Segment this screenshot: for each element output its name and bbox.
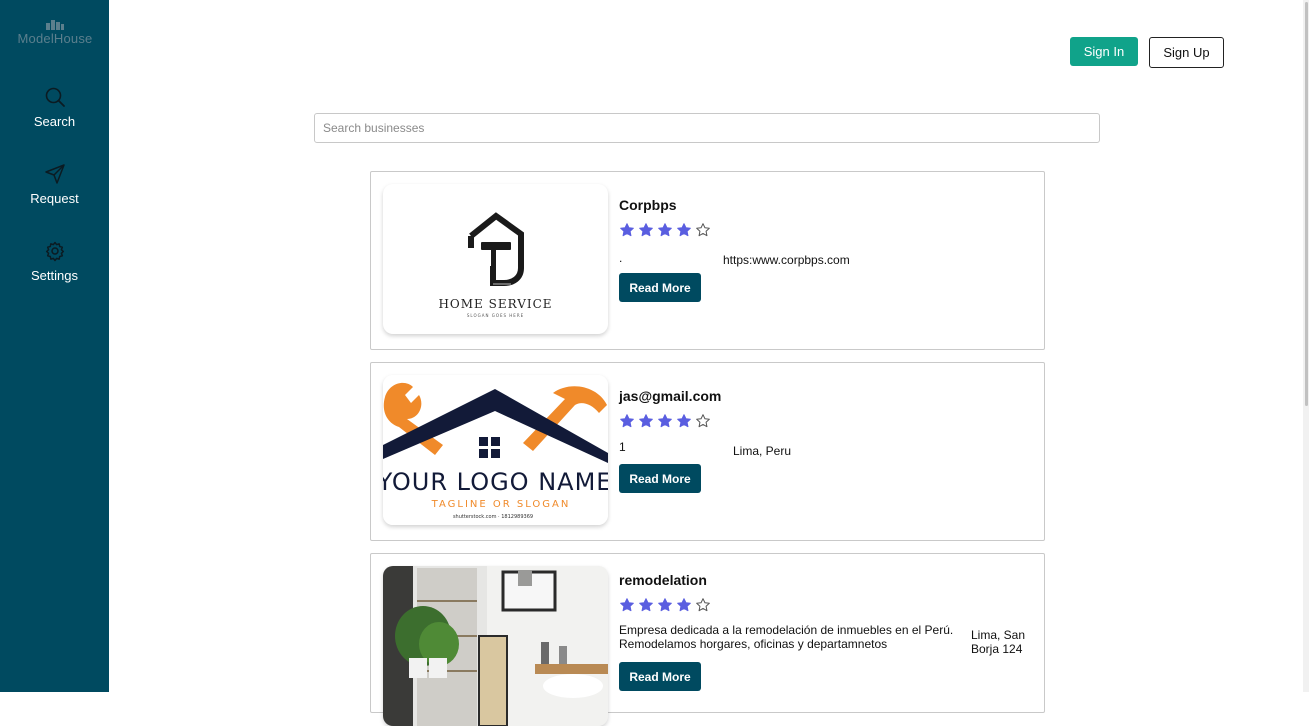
sign-in-button[interactable]: Sign In [1070,37,1138,66]
business-description: Empresa dedicada a la remodelación de in… [619,623,954,651]
search-icon [45,87,65,107]
business-location: Lima, Peru [733,444,792,458]
send-icon [44,164,65,184]
business-card-remodelation: remodelation Empresa dedicada a la remod… [370,553,1045,726]
logo-house-icon [46,20,64,30]
logo-title: HOME SERVICE [438,297,552,311]
star-filled-icon [620,598,634,612]
home-service-logo: HOME SERVICE SLOGAN GOES HERE [438,212,552,318]
star-filled-icon [639,598,653,612]
scrollbar-thumb[interactable] [1305,2,1308,406]
sign-up-button[interactable]: Sign Up [1149,37,1224,68]
star-filled-icon [639,414,653,428]
star-filled-icon [620,223,634,237]
gear-icon [45,241,64,262]
star-filled-icon [639,223,653,237]
sidebar-item-label: Request [30,191,79,206]
sidebar-item-settings[interactable]: Settings [0,240,109,283]
star-empty-icon [696,223,710,237]
logo-slogan: TAGLINE OR SLOGAN [431,499,571,510]
business-logo-image: YOUR LOGO NAME TAGLINE OR SLOGAN shutter… [383,375,608,525]
star-filled-icon [677,414,691,428]
business-name: jas@gmail.com [619,388,722,404]
business-description: . [619,251,623,265]
business-description: 1 [619,440,626,454]
sidebar-item-label: Search [33,114,76,129]
business-name: remodelation [619,572,707,588]
rating-stars [619,413,711,429]
star-filled-icon [677,223,691,237]
interior-photo [383,566,608,726]
sidebar: ModelHouse Search Request Settings [0,0,109,692]
read-more-button[interactable]: Read More [619,662,701,691]
logo-credit: shutterstock.com · 1812989369 [453,514,533,520]
sidebar-item-label: Settings [31,268,78,283]
star-empty-icon [696,414,710,428]
star-empty-icon [696,598,710,612]
app-logo[interactable]: ModelHouse [10,18,100,46]
read-more-button[interactable]: Read More [619,464,701,493]
star-filled-icon [658,598,672,612]
star-filled-icon [677,598,691,612]
rating-stars [619,597,711,613]
logo-text: ModelHouse [17,31,93,46]
read-more-button[interactable]: Read More [619,273,701,302]
business-logo-image: HOME SERVICE SLOGAN GOES HERE [383,184,608,334]
rating-stars [619,222,711,238]
star-filled-icon [658,223,672,237]
business-website: https:www.corpbps.com [723,253,850,267]
sidebar-item-request[interactable]: Request [0,163,109,206]
business-card-jas: YOUR LOGO NAME TAGLINE OR SLOGAN shutter… [370,362,1045,541]
star-filled-icon [658,414,672,428]
logo-title: YOUR LOGO NAME [383,468,608,496]
sidebar-item-search[interactable]: Search [0,86,109,129]
your-logo-name-logo: YOUR LOGO NAME TAGLINE OR SLOGAN shutter… [383,375,608,525]
business-photo [383,566,608,726]
search-input[interactable] [314,113,1100,143]
star-filled-icon [620,414,634,428]
logo-slogan: SLOGAN GOES HERE [467,313,524,318]
business-name: Corpbps [619,197,677,213]
business-card-corpbps: HOME SERVICE SLOGAN GOES HERE Corpbps . … [370,171,1045,350]
business-location: Lima, San Borja 124 [971,628,1026,656]
